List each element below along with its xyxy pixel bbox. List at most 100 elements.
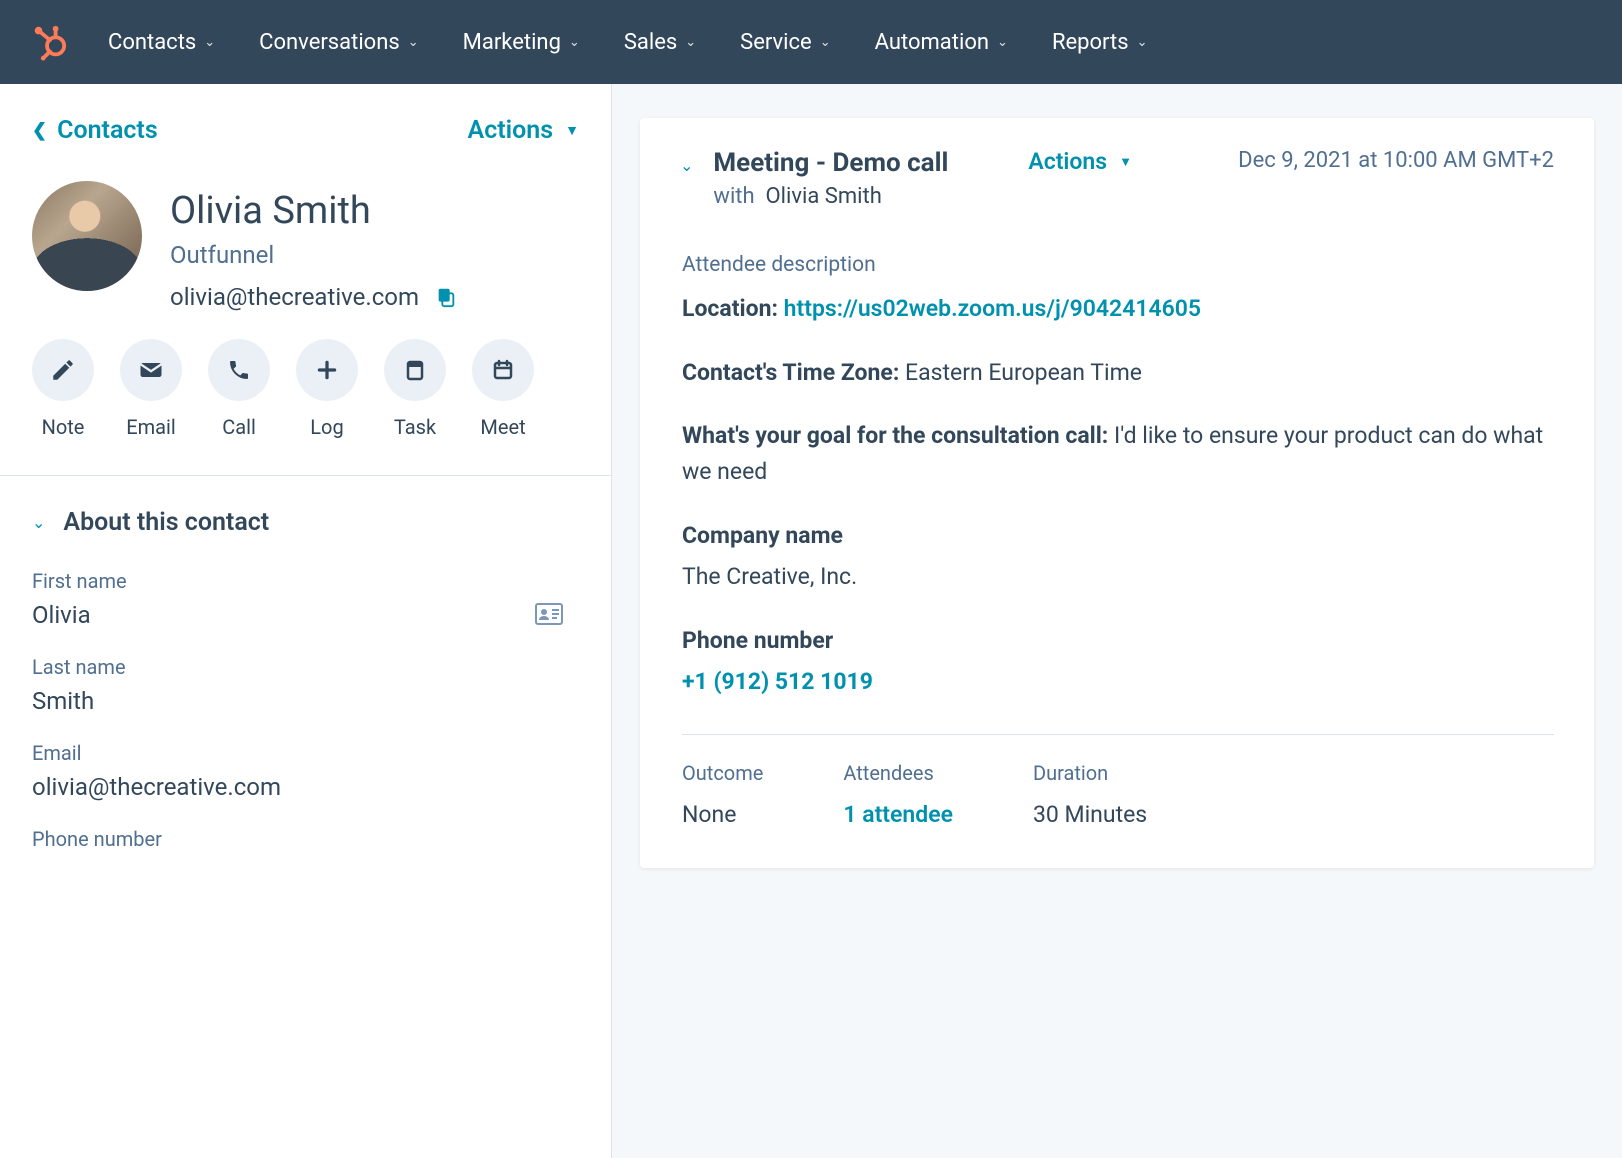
duration-value[interactable]: 30 Minutes bbox=[1033, 801, 1147, 828]
chevron-down-icon: ⌄ bbox=[204, 35, 215, 50]
meeting-actions-dropdown[interactable]: Actions ▼ bbox=[1028, 148, 1132, 175]
action-label: Meet bbox=[480, 415, 525, 439]
about-section-toggle[interactable]: ⌄ About this contact bbox=[32, 508, 579, 537]
action-label: Note bbox=[42, 415, 85, 439]
divider bbox=[682, 734, 1554, 735]
back-label: Contacts bbox=[57, 116, 158, 145]
nav-label: Marketing bbox=[463, 30, 561, 55]
action-label: Call bbox=[222, 415, 256, 439]
email-field[interactable]: Email olivia@thecreative.com bbox=[32, 741, 579, 801]
collapse-meeting-toggle[interactable]: ⌄ bbox=[680, 148, 693, 175]
meet-button[interactable]: Meet bbox=[472, 339, 534, 439]
timezone-row: Contact's Time Zone: Eastern European Ti… bbox=[682, 355, 1554, 391]
phone-field[interactable]: Phone number bbox=[32, 827, 579, 851]
duration-col: Duration 30 Minutes bbox=[1033, 761, 1147, 828]
call-button[interactable]: Call bbox=[208, 339, 270, 439]
timezone-label: Contact's Time Zone: bbox=[682, 359, 899, 386]
caret-down-icon: ▼ bbox=[565, 122, 579, 139]
nav-label: Contacts bbox=[108, 30, 196, 55]
company-row: Company name The Creative, Inc. bbox=[682, 518, 1554, 595]
location-label: Location: bbox=[682, 295, 778, 322]
attendees-label: Attendees bbox=[843, 761, 953, 785]
avatar[interactable] bbox=[32, 181, 142, 291]
nav-service[interactable]: Service ⌄ bbox=[740, 30, 830, 55]
nav-label: Sales bbox=[624, 30, 677, 55]
chevron-down-icon: ⌄ bbox=[32, 513, 45, 532]
meeting-card: ⌄ Meeting - Demo call with Olivia Smith … bbox=[640, 118, 1594, 868]
activity-panel: ⌄ Meeting - Demo call with Olivia Smith … bbox=[612, 84, 1622, 1158]
email-button[interactable]: Email bbox=[120, 339, 182, 439]
nav-marketing[interactable]: Marketing ⌄ bbox=[463, 30, 580, 55]
chevron-left-icon: ❮ bbox=[32, 120, 47, 141]
field-value: olivia@thecreative.com bbox=[32, 773, 579, 801]
last-name-field[interactable]: Last name Smith bbox=[32, 655, 579, 715]
meeting-date: Dec 9, 2021 at 10:00 AM GMT+2 bbox=[1238, 148, 1554, 173]
field-value: Smith bbox=[32, 687, 579, 715]
nav-reports[interactable]: Reports ⌄ bbox=[1052, 30, 1148, 55]
meeting-title: Meeting - Demo call bbox=[713, 148, 948, 178]
timezone-value: Eastern European Time bbox=[905, 359, 1142, 386]
meet-icon bbox=[491, 358, 515, 382]
contact-header: Olivia Smith Outfunnel olivia@thecreativ… bbox=[32, 181, 579, 311]
quick-actions: Note Email Call Log Task Meet bbox=[32, 339, 579, 439]
attendee-description-label: Attendee description bbox=[682, 253, 1554, 277]
chevron-down-icon: ⌄ bbox=[569, 35, 580, 50]
action-label: Log bbox=[310, 415, 343, 439]
field-label: Last name bbox=[32, 655, 579, 679]
first-name-field[interactable]: First name Olivia bbox=[32, 569, 579, 629]
actions-label: Actions bbox=[468, 116, 554, 145]
attendees-value[interactable]: 1 attendee bbox=[843, 801, 953, 828]
task-button[interactable]: Task bbox=[384, 339, 446, 439]
contact-company: Outfunnel bbox=[170, 241, 457, 269]
note-button[interactable]: Note bbox=[32, 339, 94, 439]
log-button[interactable]: Log bbox=[296, 339, 358, 439]
outcome-value[interactable]: None bbox=[682, 801, 763, 828]
company-value: The Creative, Inc. bbox=[682, 563, 857, 590]
chevron-down-icon: ⌄ bbox=[408, 35, 419, 50]
nav-label: Conversations bbox=[259, 30, 400, 55]
nav-label: Service bbox=[740, 30, 812, 55]
phone-label: Phone number bbox=[682, 623, 1554, 659]
field-label: Phone number bbox=[32, 827, 579, 851]
location-link[interactable]: https://us02web.zoom.us/j/9042414605 bbox=[784, 295, 1201, 322]
nav-items: Contacts ⌄ Conversations ⌄ Marketing ⌄ Sale… bbox=[108, 30, 1148, 55]
about-title: About this contact bbox=[63, 508, 269, 537]
nav-conversations[interactable]: Conversations ⌄ bbox=[259, 30, 418, 55]
contact-card-icon[interactable] bbox=[535, 603, 563, 625]
call-icon bbox=[227, 358, 251, 382]
action-label: Task bbox=[394, 415, 436, 439]
location-row: Location: https://us02web.zoom.us/j/9042… bbox=[682, 291, 1554, 327]
company-label: Company name bbox=[682, 518, 1554, 554]
nav-label: Reports bbox=[1052, 30, 1129, 55]
outcome-col: Outcome None bbox=[682, 761, 763, 828]
log-icon bbox=[314, 357, 340, 383]
top-nav: Contacts ⌄ Conversations ⌄ Marketing ⌄ Sale… bbox=[0, 0, 1622, 84]
chevron-down-icon: ⌄ bbox=[997, 35, 1008, 50]
contact-actions-dropdown[interactable]: Actions ▼ bbox=[468, 116, 579, 145]
nav-contacts[interactable]: Contacts ⌄ bbox=[108, 30, 215, 55]
action-label: Email bbox=[126, 415, 176, 439]
goal-label: What's your goal for the consultation ca… bbox=[682, 422, 1108, 449]
hubspot-logo[interactable] bbox=[28, 22, 68, 62]
field-label: First name bbox=[32, 569, 579, 593]
nav-sales[interactable]: Sales ⌄ bbox=[624, 30, 696, 55]
duration-label: Duration bbox=[1033, 761, 1147, 785]
actions-label: Actions bbox=[1028, 148, 1107, 175]
chevron-down-icon: ⌄ bbox=[820, 35, 831, 50]
back-to-contacts-link[interactable]: ❮ Contacts bbox=[32, 116, 158, 145]
with-prefix: with bbox=[713, 184, 754, 209]
field-value: Olivia bbox=[32, 601, 579, 629]
meeting-meta: Outcome None Attendees 1 attendee Durati… bbox=[682, 761, 1554, 828]
nav-automation[interactable]: Automation⌄ bbox=[875, 30, 1008, 55]
goal-row: What's your goal for the consultation ca… bbox=[682, 418, 1554, 489]
phone-link[interactable]: +1 (912) 512 1019 bbox=[682, 668, 873, 695]
email-icon bbox=[137, 356, 165, 384]
contact-email: olivia@thecreative.com bbox=[170, 283, 419, 311]
meeting-subtitle: with Olivia Smith bbox=[713, 184, 948, 209]
chevron-down-icon: ⌄ bbox=[1137, 35, 1148, 50]
phone-row: Phone number +1 (912) 512 1019 bbox=[682, 623, 1554, 700]
chevron-down-icon: ⌄ bbox=[685, 35, 696, 50]
note-icon bbox=[50, 357, 76, 383]
copy-icon[interactable] bbox=[435, 286, 457, 308]
field-label: Email bbox=[32, 741, 579, 765]
